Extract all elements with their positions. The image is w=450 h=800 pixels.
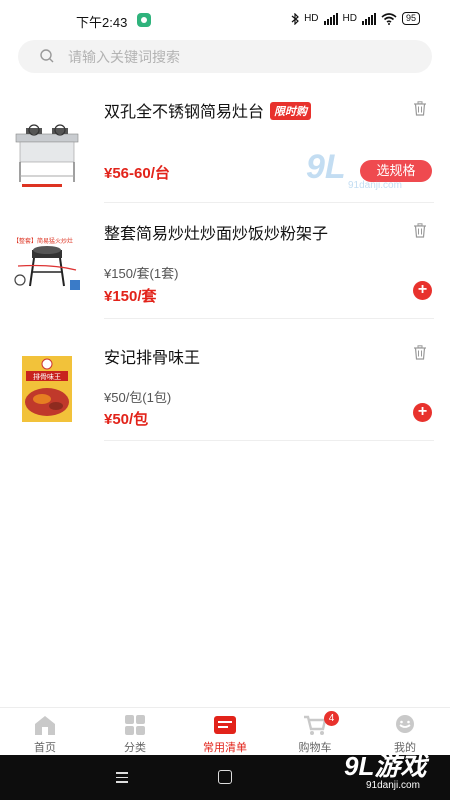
product-name[interactable]: 双孔全不锈钢简易灶台 限时购 (104, 98, 312, 122)
product-spec: ¥50/包(1包) (104, 390, 172, 405)
tab-profile[interactable]: 我的 (360, 708, 450, 755)
watermark-logo: 9L 91danji.com (306, 150, 402, 191)
tab-category[interactable]: 分类 (90, 708, 180, 755)
battery-icon: 95 (401, 12, 420, 25)
product-image-stove[interactable] (12, 120, 82, 190)
home-icon (35, 716, 55, 735)
product-price: ¥50/包 (104, 411, 149, 428)
status-bar: 下午2:43 HD HD 95 (0, 0, 450, 40)
product-name[interactable]: 安记排骨味王 (104, 344, 200, 368)
search-bar[interactable] (18, 40, 432, 73)
watermark-url: 91danji.com (348, 180, 402, 191)
tab-frequent-list[interactable]: 常用清单 (180, 708, 270, 755)
signal-icon-1 (323, 12, 338, 25)
product-image-caption: 排骨味王 (33, 372, 61, 381)
menu-icon[interactable] (116, 772, 128, 783)
watermark-corner: 9L游戏 91danji.com (344, 752, 426, 791)
product-image-seasoning[interactable]: 排骨味王 (12, 354, 82, 424)
watermark-corner-logo: 9L游戏 (344, 751, 427, 781)
network-label-2: HD (342, 13, 357, 24)
cart-count-badge: 4 (324, 711, 339, 726)
user-icon (396, 715, 414, 733)
delete-icon[interactable] (413, 345, 427, 360)
product-price: ¥150/套 (104, 288, 157, 305)
watermark-corner-url: 91danji.com (366, 780, 420, 791)
delete-icon[interactable] (413, 101, 427, 116)
list-icon (214, 716, 236, 734)
product-price: ¥56-60/台 (104, 165, 170, 182)
tab-label: 常用清单 (203, 742, 247, 754)
product-spec: ¥150/套(1套) (104, 266, 179, 281)
search-icon (40, 49, 54, 63)
product-item[interactable]: 排骨味王 安记排骨味王 ¥50/包(1包) ¥50/包 + (0, 334, 450, 444)
app-notification-icon (137, 13, 151, 27)
product-image-wok-stand[interactable]: 【整套】简易猛火炒灶 (12, 236, 82, 306)
bottom-tab-bar: 首页 分类 常用清单 4 购物车 我的 (0, 707, 450, 755)
divider (104, 202, 434, 203)
product-image-caption: 【整套】简易猛火炒灶 (13, 237, 73, 245)
bluetooth-icon (291, 12, 299, 25)
product-name-text: 双孔全不锈钢简易灶台 (104, 104, 265, 121)
add-to-cart-button[interactable]: + (413, 403, 432, 422)
tab-label: 分类 (124, 742, 146, 754)
home-button-icon[interactable] (218, 770, 232, 784)
signal-icon-2 (361, 12, 376, 25)
tab-home[interactable]: 首页 (0, 708, 90, 755)
divider (104, 318, 434, 319)
network-label-1: HD (304, 13, 319, 24)
grid-icon (125, 715, 145, 735)
divider (104, 440, 434, 441)
status-time: 下午2:43 (76, 15, 128, 30)
watermark-logo-text: 9L (306, 148, 346, 186)
tab-cart[interactable]: 4 购物车 (270, 708, 360, 755)
promo-badge: 限时购 (270, 102, 312, 120)
wifi-icon (381, 12, 397, 25)
delete-icon[interactable] (413, 223, 427, 238)
status-indicators: HD HD 95 (291, 12, 420, 25)
add-to-cart-button[interactable]: + (413, 281, 432, 300)
search-input[interactable] (68, 40, 408, 73)
tab-label: 首页 (34, 742, 56, 754)
product-name[interactable]: 整套简易炒灶炒面炒饭炒粉架子 (104, 220, 328, 244)
product-item[interactable]: 【整套】简易猛火炒灶 整套简易炒灶炒面炒饭炒粉架子 ¥150/套(1套) ¥15… (0, 210, 450, 330)
